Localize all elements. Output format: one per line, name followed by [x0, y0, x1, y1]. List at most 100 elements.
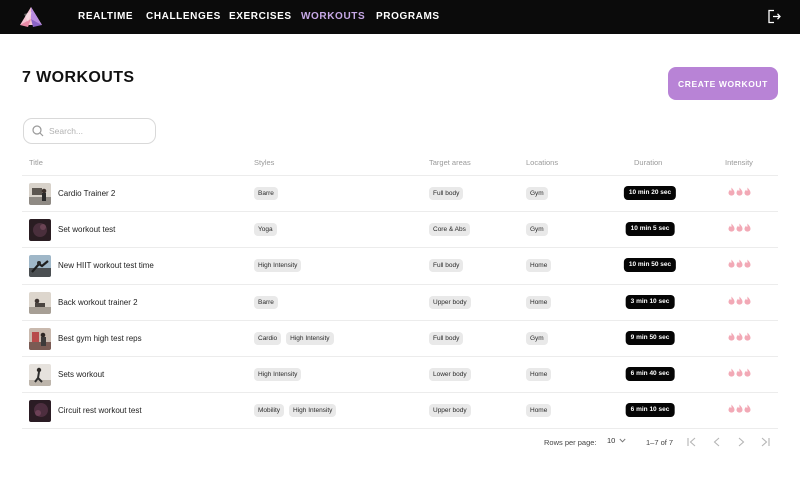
- column-header-styles[interactable]: Styles: [254, 158, 274, 167]
- nav-link-realtime[interactable]: REALTIME: [78, 11, 133, 22]
- search-icon: [32, 125, 44, 137]
- target-area-tag: Full body: [429, 331, 464, 345]
- table-row[interactable]: Best gym high test reps Cardio High Inte…: [22, 321, 778, 357]
- location-cell: Gym: [526, 187, 548, 200]
- target-cell: Full body: [429, 187, 464, 200]
- style-tag: Barre: [254, 187, 278, 200]
- table-header: Title Styles Target areas Locations Dura…: [22, 152, 778, 176]
- last-page-icon[interactable]: [759, 436, 771, 448]
- location-cell: Gym: [526, 223, 548, 237]
- target-area-tag: Full body: [429, 187, 464, 200]
- workout-thumbnail: [29, 183, 51, 205]
- workout-thumbnail: [29, 327, 51, 350]
- flame-icon: [736, 404, 743, 413]
- column-header-locations[interactable]: Locations: [526, 158, 558, 167]
- flame-icon: [744, 187, 751, 196]
- styles-cell: Mobility High Intensity: [254, 404, 337, 418]
- rows-per-page-value: 10: [607, 436, 616, 445]
- column-header-target-areas[interactable]: Target areas: [429, 158, 471, 167]
- app-logo-icon[interactable]: [19, 6, 43, 28]
- logout-icon[interactable]: [767, 9, 781, 24]
- location-cell: Home: [526, 295, 552, 309]
- styles-cell: High Intensity: [254, 259, 302, 273]
- flame-icon: [744, 404, 751, 413]
- table-row[interactable]: Cardio Trainer 2 Barre Full body Gym 10 …: [22, 176, 778, 213]
- nav-link-challenges[interactable]: CHALLENGES: [146, 11, 221, 22]
- intensity-rating: [728, 223, 751, 232]
- location-cell: Home: [526, 259, 552, 273]
- page-title: 7 WORKOUTS: [22, 69, 135, 86]
- workout-title[interactable]: New HIIT workout test time: [58, 261, 154, 270]
- workout-thumbnail: [29, 219, 51, 242]
- target-cell: Upper body: [429, 295, 471, 309]
- flame-icon: [728, 332, 735, 341]
- workout-title[interactable]: Back workout trainer 2: [58, 298, 138, 307]
- column-header-duration[interactable]: Duration: [634, 158, 662, 167]
- style-tag: Cardio: [254, 331, 282, 345]
- table-row[interactable]: Set workout test Yoga Core & Abs Gym 10 …: [22, 212, 778, 249]
- next-page-icon[interactable]: [735, 436, 747, 448]
- column-header-title[interactable]: Title: [29, 158, 43, 167]
- target-cell: Full body: [429, 259, 464, 273]
- previous-page-icon[interactable]: [711, 436, 723, 448]
- intensity-rating: [728, 332, 751, 341]
- workout-title[interactable]: Circuit rest workout test: [58, 406, 142, 415]
- rows-per-page-select[interactable]: 10: [607, 436, 626, 445]
- table-row[interactable]: Circuit rest workout test Mobility High …: [22, 393, 778, 430]
- nav-link-programs[interactable]: PROGRAMS: [376, 11, 440, 22]
- duration-badge: 6 min 10 sec: [625, 403, 675, 418]
- workout-title[interactable]: Set workout test: [58, 225, 115, 234]
- location-tag: Gym: [526, 187, 548, 200]
- styles-cell: Yoga: [254, 223, 277, 237]
- flame-icon: [736, 296, 743, 305]
- duration-badge: 10 min 50 sec: [623, 258, 677, 273]
- location-cell: Gym: [526, 331, 548, 345]
- flame-icon: [728, 296, 735, 305]
- flame-icon: [744, 368, 751, 377]
- flame-icon: [736, 223, 743, 232]
- location-tag: Home: [526, 259, 552, 273]
- search-box[interactable]: [23, 118, 156, 144]
- workout-title[interactable]: Cardio Trainer 2: [58, 189, 115, 198]
- workout-title[interactable]: Best gym high test reps: [58, 334, 142, 343]
- target-area-tag: Full body: [429, 259, 464, 273]
- workout-thumbnail: [29, 400, 51, 423]
- rows-per-page-label: Rows per page:: [544, 438, 597, 447]
- first-page-icon[interactable]: [686, 436, 698, 448]
- location-tag: Home: [526, 295, 552, 309]
- flame-icon: [728, 187, 735, 196]
- flame-icon: [736, 368, 743, 377]
- duration-badge: 10 min 5 sec: [625, 222, 675, 237]
- flame-icon: [728, 368, 735, 377]
- location-tag: Home: [526, 404, 552, 418]
- top-navigation-bar: REALTIME CHALLENGES EXERCISES WORKOUTS P…: [0, 0, 800, 34]
- target-area-tag: Upper body: [429, 404, 471, 418]
- flame-icon: [736, 259, 743, 268]
- workout-title[interactable]: Sets workout: [58, 370, 104, 379]
- style-tag: High Intensity: [286, 331, 334, 345]
- intensity-rating: [728, 259, 751, 268]
- flame-icon: [728, 223, 735, 232]
- target-cell: Full body: [429, 331, 464, 345]
- table-row[interactable]: New HIIT workout test time High Intensit…: [22, 248, 778, 285]
- duration-badge: 10 min 20 sec: [623, 186, 677, 200]
- intensity-rating: [728, 187, 751, 196]
- table-row[interactable]: Sets workout High Intensity Lower body H…: [22, 357, 778, 394]
- style-tag: Yoga: [254, 223, 277, 237]
- search-input[interactable]: [49, 126, 149, 136]
- location-tag: Gym: [526, 331, 548, 345]
- table-row[interactable]: Back workout trainer 2 Barre Upper body …: [22, 285, 778, 321]
- flame-icon: [744, 332, 751, 341]
- intensity-rating: [728, 368, 751, 377]
- flame-icon: [744, 259, 751, 268]
- workout-thumbnail: [29, 291, 51, 314]
- target-cell: Lower body: [429, 367, 471, 381]
- nav-link-exercises[interactable]: EXERCISES: [229, 11, 292, 22]
- column-header-intensity[interactable]: Intensity: [725, 158, 753, 167]
- workouts-table-body: Cardio Trainer 2 Barre Full body Gym 10 …: [22, 176, 778, 430]
- style-tag: High Intensity: [254, 259, 302, 273]
- flame-icon: [744, 223, 751, 232]
- nav-link-workouts[interactable]: WORKOUTS: [301, 11, 365, 22]
- create-workout-button[interactable]: CREATE WORKOUT: [668, 67, 778, 100]
- styles-cell: Barre: [254, 295, 278, 309]
